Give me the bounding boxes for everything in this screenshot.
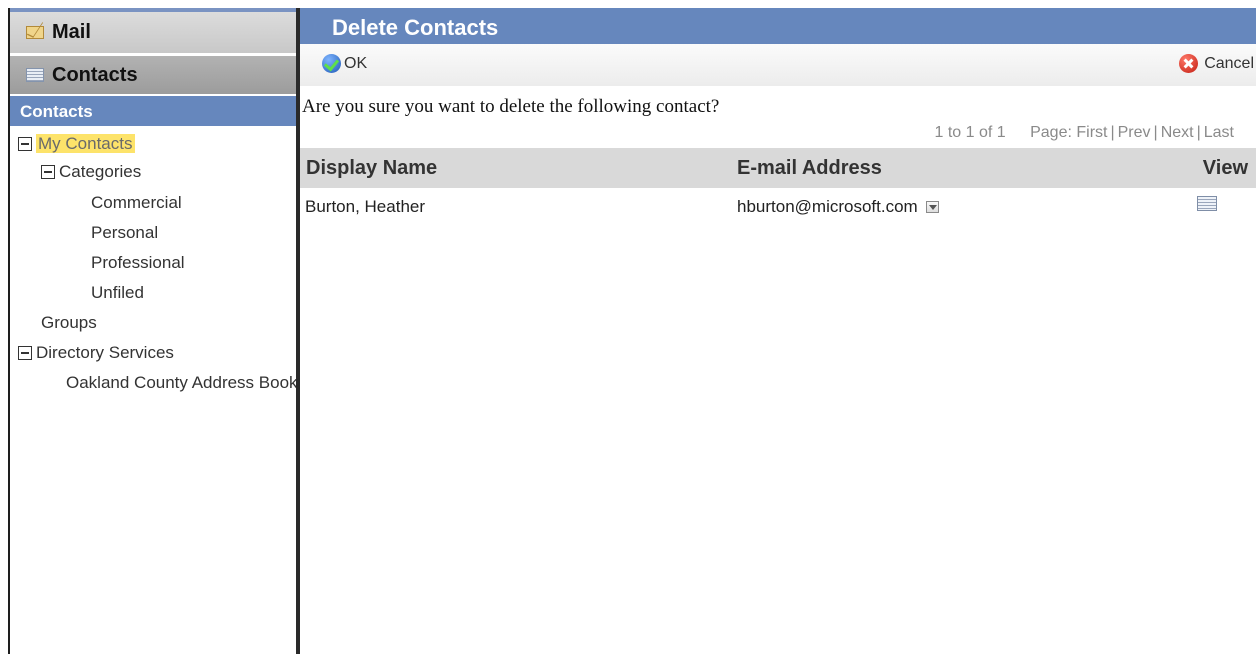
result-count: 1 to 1 of 1 xyxy=(934,124,1006,141)
navigation-pane: Mail Contacts Contacts My Contacts Categ… xyxy=(0,0,300,654)
tree-item-label: My Contacts xyxy=(36,134,136,153)
table-row: Burton, Heather hburton@microsoft.com xyxy=(300,194,1256,220)
table-header: Display Name E-mail Address View xyxy=(300,148,1256,188)
column-header-view: View xyxy=(1202,157,1248,179)
tree-collapse-icon[interactable] xyxy=(41,165,55,179)
contact-display-name: Burton, Heather xyxy=(305,197,426,216)
tree-item-address-book[interactable]: Oakland County Address Book xyxy=(66,372,296,396)
tree-item-my-contacts[interactable]: My Contacts xyxy=(18,133,136,157)
tree-item-label: Categories xyxy=(59,162,142,181)
mail-nav-button[interactable]: Mail xyxy=(10,8,296,53)
pager-prev-link[interactable]: Prev xyxy=(1118,124,1151,141)
delete-contacts-panel: Delete Contacts OK Cancel Are you sure y… xyxy=(300,8,1256,654)
tree-item-directory-services[interactable]: Directory Services xyxy=(18,342,174,366)
confirmation-message: Are you sure you want to delete the foll… xyxy=(302,96,720,117)
contacts-tree: My Contacts Categories Commercial Person… xyxy=(10,126,296,654)
view-card-icon xyxy=(1197,196,1217,211)
column-header-display-name[interactable]: Display Name xyxy=(306,157,437,180)
mail-icon xyxy=(26,26,44,39)
tree-collapse-icon[interactable] xyxy=(18,137,32,151)
contacts-nav-label: Contacts xyxy=(52,63,138,86)
contact-email: hburton@microsoft.com xyxy=(737,197,918,216)
mail-nav-label: Mail xyxy=(52,21,91,43)
tree-item-commercial[interactable]: Commercial xyxy=(91,192,182,216)
toolbar: OK Cancel xyxy=(300,44,1256,86)
contact-email-cell: hburton@microsoft.com xyxy=(737,197,939,217)
column-header-email[interactable]: E-mail Address xyxy=(737,157,882,180)
tree-item-label: Directory Services xyxy=(36,343,174,362)
page-title: Delete Contacts xyxy=(300,8,1256,44)
tree-item-unfiled[interactable]: Unfiled xyxy=(91,282,144,306)
contact-card-icon xyxy=(26,68,44,82)
ok-label: OK xyxy=(344,54,368,72)
page-label: Page: xyxy=(1030,124,1072,141)
pager-next-link[interactable]: Next xyxy=(1161,124,1194,141)
contacts-section-header: Contacts xyxy=(10,96,296,126)
contacts-nav-button[interactable]: Contacts xyxy=(10,56,296,94)
tree-item-categories[interactable]: Categories xyxy=(41,161,141,185)
view-contact-button[interactable] xyxy=(1197,196,1217,211)
tree-item-professional[interactable]: Professional xyxy=(91,252,185,276)
pager: 1 to 1 of 1 Page: First | Prev | Next | Last xyxy=(934,124,1234,141)
dropdown-arrow-icon[interactable] xyxy=(925,201,939,213)
cancel-label: Cancel xyxy=(1204,54,1254,72)
pager-first-link[interactable]: First xyxy=(1076,124,1107,141)
tree-item-groups[interactable]: Groups xyxy=(41,312,97,336)
cancel-x-icon xyxy=(1179,54,1199,73)
ok-check-icon xyxy=(322,54,341,73)
tree-collapse-icon[interactable] xyxy=(18,346,32,360)
tree-item-personal[interactable]: Personal xyxy=(91,222,158,246)
cancel-button[interactable]: Cancel xyxy=(1179,54,1254,73)
ok-button[interactable]: OK xyxy=(322,54,367,73)
pager-last-link[interactable]: Last xyxy=(1204,124,1234,141)
